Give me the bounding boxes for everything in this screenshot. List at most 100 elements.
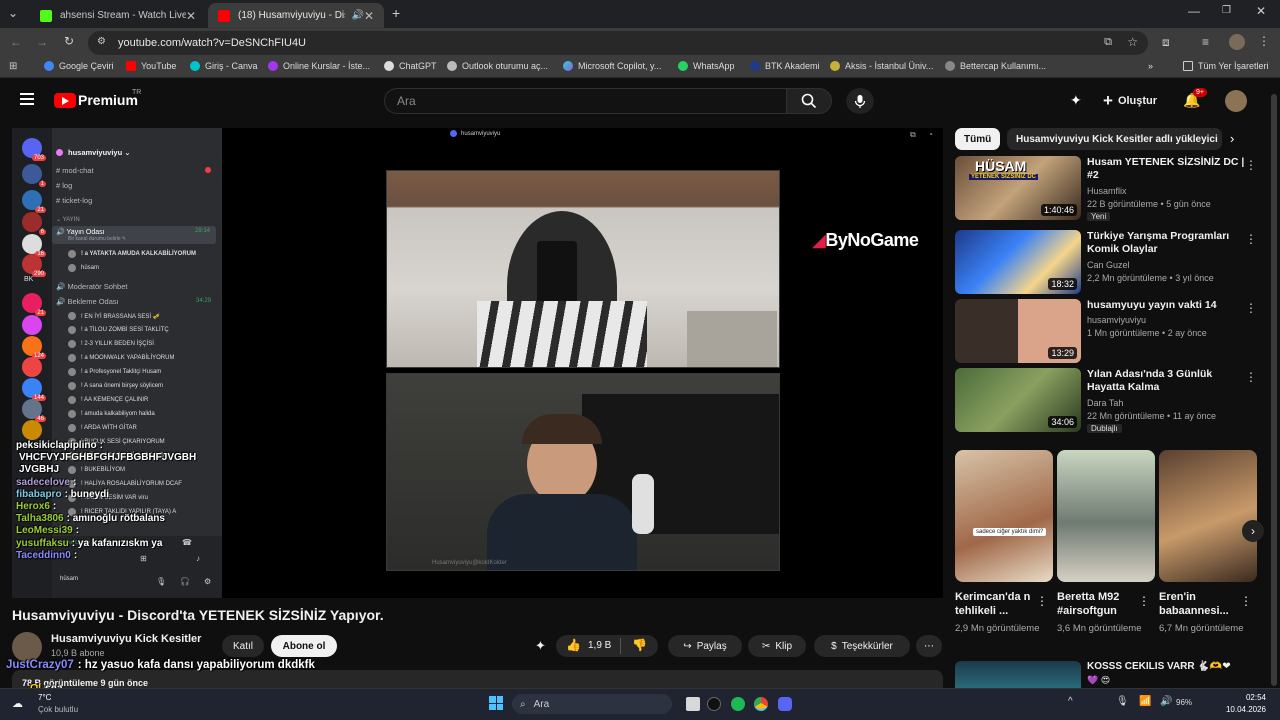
short-title[interactable]: Eren'in babaannesi... [1159, 590, 1241, 618]
minimize-icon[interactable]: — [1188, 4, 1200, 18]
extensions-icon[interactable]: ⧈ [1162, 35, 1170, 50]
back-arrow-icon[interactable]: ← [10, 35, 22, 49]
server-icon[interactable] [22, 357, 42, 377]
premium-gift-icon[interactable]: ✦ [1070, 92, 1082, 109]
headset-icon[interactable]: 🎧 [180, 577, 190, 586]
short-more-icon[interactable]: ⋮ [1036, 594, 1048, 608]
bookmark-item[interactable]: YouTube [126, 61, 176, 71]
site-info-icon[interactable]: ⚙ [97, 36, 106, 47]
recommended-video[interactable]: 34:06 Yılan Adası'nda 3 Günlük Hayatta Ka… [955, 368, 1265, 433]
rec-thumbnail[interactable]: 18:32 [955, 230, 1081, 294]
new-tab-plus-icon[interactable]: + [392, 5, 400, 21]
tray-chevron-icon[interactable]: ^ [1068, 696, 1073, 707]
chrome-icon[interactable] [754, 697, 768, 711]
youtube-logo-icon[interactable] [54, 93, 76, 108]
category-yayin[interactable]: ⌄ YAYIN [56, 216, 80, 223]
server-icon[interactable]: 703 [22, 138, 46, 161]
clock-time[interactable]: 02:54 [1230, 693, 1266, 702]
channel-log[interactable]: # log [56, 181, 72, 190]
all-bookmarks[interactable]: Tüm Yer İşaretleri [1183, 61, 1269, 71]
chip-uploader[interactable]: Husamviyuviyu Kick Kesitler adlı yükleyi… [1007, 128, 1222, 150]
channel-avatar[interactable] [12, 632, 42, 662]
task-view-icon[interactable] [686, 697, 700, 711]
server-icon[interactable] [22, 315, 42, 335]
bookmark-item[interactable]: Aksis - İstanbul Üniv... [830, 61, 933, 71]
cast-icon[interactable]: ⧉ [1104, 36, 1112, 49]
restore-icon[interactable]: ❐ [1222, 5, 1231, 16]
windows-start-icon[interactable] [489, 696, 503, 710]
voice-user[interactable]: ! 2-3 YILLIK BEDEN İŞÇİSİ [68, 340, 154, 348]
voice-user[interactable]: hüsam [68, 264, 99, 272]
rec-thumbnail[interactable]: HÜSAM YETENEK SİZSİNİZ DC 1:40:46 [955, 156, 1081, 220]
account-avatar[interactable] [1225, 90, 1247, 112]
rec-more-icon[interactable]: ⋮ [1245, 301, 1257, 315]
tray-mic-icon[interactable]: 🎙 [1116, 696, 1129, 707]
premium-icon[interactable]: ✦ [535, 638, 546, 654]
server-icon[interactable] [22, 420, 42, 440]
tab-kick-stream[interactable]: ahsensi Stream - Watch Live on ✕ [30, 3, 206, 28]
bookmark-item[interactable]: Google Çeviri [44, 61, 114, 71]
discord-icon[interactable] [778, 697, 792, 711]
settings-gear-icon[interactable]: ⚙ [204, 577, 211, 586]
dislike-thumb-icon[interactable]: 👎 [632, 638, 647, 652]
close-icon[interactable]: ✕ [186, 9, 196, 23]
volume-icon[interactable]: 🔊 [1160, 696, 1172, 707]
voice-channel-bekleme[interactable]: 🔊 Bekleme Odası [56, 297, 119, 306]
profile-avatar[interactable] [1229, 34, 1245, 50]
recommended-video[interactable]: HÜSAM YETENEK SİZSİNİZ DC 1:40:46 Husam YET… [955, 156, 1265, 221]
subscribe-button[interactable]: Abone ol [271, 635, 337, 657]
tab-search-icon[interactable]: ⌄ [8, 6, 18, 20]
mic-icon[interactable]: 🎙 [156, 577, 166, 586]
rec-channel[interactable]: husamviyuviyu [1087, 315, 1146, 325]
more-actions-button[interactable]: ⋯ [916, 635, 942, 657]
like-thumb-icon[interactable]: 👍 [566, 638, 581, 652]
search-button[interactable] [786, 88, 832, 114]
voice-user[interactable]: ! a YATAKTA AMUDA KALKABİLİYORUM [68, 250, 196, 258]
rec-thumbnail[interactable]: 34:06 [955, 368, 1081, 432]
bookmark-item[interactable]: Bettercap Kullanımı... [945, 61, 1046, 71]
shorts-next-chevron-icon[interactable]: › [1242, 520, 1264, 542]
rec-more-icon[interactable]: ⋮ [1245, 370, 1257, 384]
bookmark-item[interactable]: WhatsApp [678, 61, 735, 71]
voice-channel-yayin[interactable]: 🔊 Yayın Odası 29:14 Bir kanal durumu bel… [52, 226, 216, 244]
channel-name[interactable]: Husamviyuviyu Kick Kesitler [51, 633, 201, 645]
bookmark-item[interactable]: Outlook oturumu aç... [447, 61, 548, 71]
short-thumbnail[interactable] [1159, 450, 1257, 582]
server-icon[interactable]: 21 [22, 293, 46, 316]
bookmark-item[interactable]: Microsoft Copilot, y... [563, 61, 661, 71]
bookmark-star-icon[interactable]: ☆ [1127, 35, 1138, 49]
window-close-icon[interactable]: ✕ [1256, 4, 1266, 18]
scrollbar-thumb[interactable] [1271, 94, 1277, 686]
join-button[interactable]: Katıl [222, 635, 264, 657]
voice-user[interactable]: ! a Profesyonel Taklitçi Husam [68, 368, 161, 376]
voice-user[interactable]: ! HALİYA ROSALABİLİYORUM DCAF [68, 480, 182, 488]
short-thumbnail[interactable]: sadece ciğer yaktık dimi? [955, 450, 1053, 582]
server-icon[interactable]: 1 [22, 164, 46, 187]
popout-icon[interactable]: ⧉ [910, 130, 916, 140]
rec-more-icon[interactable]: ⋮ [1245, 232, 1257, 246]
speaker-icon[interactable]: 🔊 [351, 10, 363, 21]
hamburger-menu-icon[interactable] [20, 93, 34, 105]
voice-user[interactable]: ! AA KEMENÇE ÇALINIR [68, 396, 148, 404]
apps-grid-icon[interactable]: ⊞ [9, 61, 17, 72]
menu-dots-icon[interactable]: ⋮ [1258, 34, 1270, 48]
voice-user[interactable]: ! A sana önemi birşey söylicem [68, 382, 163, 390]
rec-title[interactable]: Türkiye Yarışma Programları Komik Olayla… [1087, 230, 1251, 256]
chip-all[interactable]: Tümü [955, 128, 1001, 150]
server-icon[interactable]: 16 [22, 234, 46, 257]
recommended-video[interactable]: 13:29 husamyuyu yayın vakti 14 husamviyuvi… [955, 299, 1265, 363]
rec-thumbnail[interactable]: 13:29 [955, 299, 1081, 363]
short-more-icon[interactable]: ⋮ [1138, 594, 1150, 608]
info-icon[interactable]: ◔ [928, 130, 933, 139]
rec-title[interactable]: husamyuyu yayın vakti 14 [1087, 299, 1251, 312]
rec-more-icon[interactable]: ⋮ [1245, 158, 1257, 172]
media-control-icon[interactable]: ≡ [1202, 35, 1209, 49]
clip-button[interactable]: ✂ Klip [748, 635, 806, 657]
bookmark-item[interactable]: ChatGPT [384, 61, 437, 71]
tab-youtube-video[interactable]: (18) Husamviyuviyu - Discor 🔊 ✕ [208, 3, 384, 28]
bookmark-item[interactable]: Giriş - Canva [190, 61, 258, 71]
short-title[interactable]: Beretta M92 #airsoftgun [1057, 590, 1139, 618]
short-thumbnail[interactable] [1057, 450, 1155, 582]
rec-title[interactable]: Yılan Adası'nda 3 Günlük Hayatta Kalma [1087, 368, 1251, 394]
voice-search-button[interactable] [846, 88, 874, 114]
